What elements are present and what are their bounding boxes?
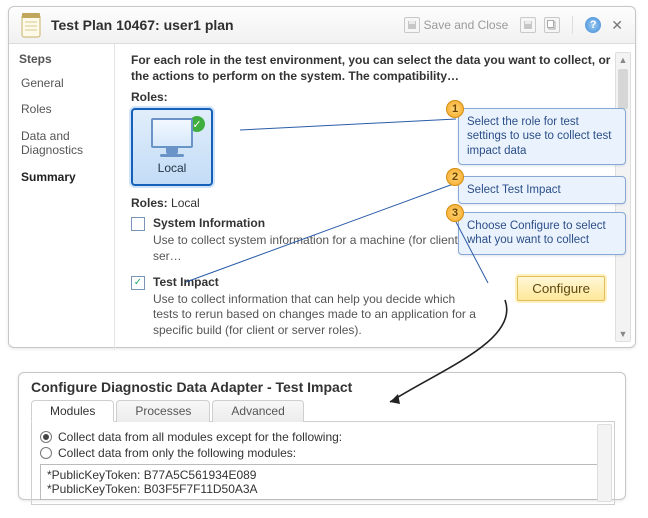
text-line: *PublicKeyToken: B03F5F7F11D50A3A xyxy=(47,482,599,496)
tab-processes[interactable]: Processes xyxy=(116,400,210,422)
copy-button[interactable] xyxy=(544,17,560,33)
scroll-thumb[interactable] xyxy=(618,69,628,109)
save-icon xyxy=(404,17,420,33)
save-and-close-button[interactable]: Save and Close xyxy=(400,15,513,35)
dialog-body: Collect data from all modules except for… xyxy=(31,422,615,505)
role-tile-label: Local xyxy=(133,161,211,175)
callout-number-2: 2 xyxy=(446,168,464,186)
dialog-tabs: Modules Processes Advanced xyxy=(31,399,615,422)
callout-number-3: 3 xyxy=(446,204,464,222)
save-button[interactable] xyxy=(520,17,536,33)
titlebar: Test Plan 10467: user1 plan Save and Clo… xyxy=(9,7,635,44)
sidebar: Steps General Roles Data and Diagnostics… xyxy=(9,44,115,350)
scroll-up-icon[interactable]: ▲ xyxy=(616,53,630,67)
close-button[interactable]: ✕ xyxy=(609,17,625,34)
sidebar-item-general[interactable]: General xyxy=(19,70,114,96)
monitor-icon xyxy=(151,118,193,148)
role-tile-local[interactable]: ✓ Local xyxy=(131,108,213,186)
scroll-down-icon[interactable]: ▼ xyxy=(616,327,630,341)
callout-number-1: 1 xyxy=(446,100,464,118)
sidebar-item-data-diagnostics[interactable]: Data and Diagnostics xyxy=(19,123,114,164)
sidebar-item-summary[interactable]: Summary xyxy=(19,164,114,190)
radio-only-following[interactable] xyxy=(40,447,52,459)
callout-1: Select the role for test settings to use… xyxy=(458,108,626,165)
radio-all-except[interactable] xyxy=(40,431,52,443)
checkbox-system-information[interactable] xyxy=(131,217,145,231)
configure-dialog: Configure Diagnostic Data Adapter - Test… xyxy=(18,372,626,500)
notepad-icon xyxy=(19,11,43,39)
adapter-desc: Use to collect system information for a … xyxy=(153,233,483,264)
adapter-title: System Information xyxy=(153,216,265,230)
tab-advanced[interactable]: Advanced xyxy=(212,400,303,422)
text-line: *PublicKeyToken: B77A5C561934E089 xyxy=(47,468,599,482)
sidebar-item-roles[interactable]: Roles xyxy=(19,96,114,122)
radio-label: Collect data from only the following mod… xyxy=(58,446,296,460)
roles-label: Roles: xyxy=(131,90,621,104)
checkbox-test-impact[interactable]: ✓ xyxy=(131,276,145,290)
modules-textbox[interactable]: *PublicKeyToken: B77A5C561934E089 *Publi… xyxy=(40,464,606,500)
adapter-desc: Use to collect information that can help… xyxy=(153,292,483,339)
dialog-title: Configure Diagnostic Data Adapter - Test… xyxy=(31,379,615,395)
save-and-close-label: Save and Close xyxy=(424,18,509,32)
dialog-scrollbar[interactable] xyxy=(597,424,612,502)
tab-modules[interactable]: Modules xyxy=(31,400,114,422)
intro-text: For each role in the test environment, y… xyxy=(131,52,621,84)
callout-2: Select Test Impact xyxy=(458,176,626,204)
page-title: Test Plan 10467: user1 plan xyxy=(51,17,234,33)
radio-label: Collect data from all modules except for… xyxy=(58,430,342,444)
help-button[interactable]: ? xyxy=(585,17,601,33)
adapter-title: Test Impact xyxy=(153,275,219,289)
configure-button[interactable]: Configure xyxy=(517,276,605,301)
sidebar-header: Steps xyxy=(19,52,114,66)
callout-3: Choose Configure to select what you want… xyxy=(458,212,626,255)
